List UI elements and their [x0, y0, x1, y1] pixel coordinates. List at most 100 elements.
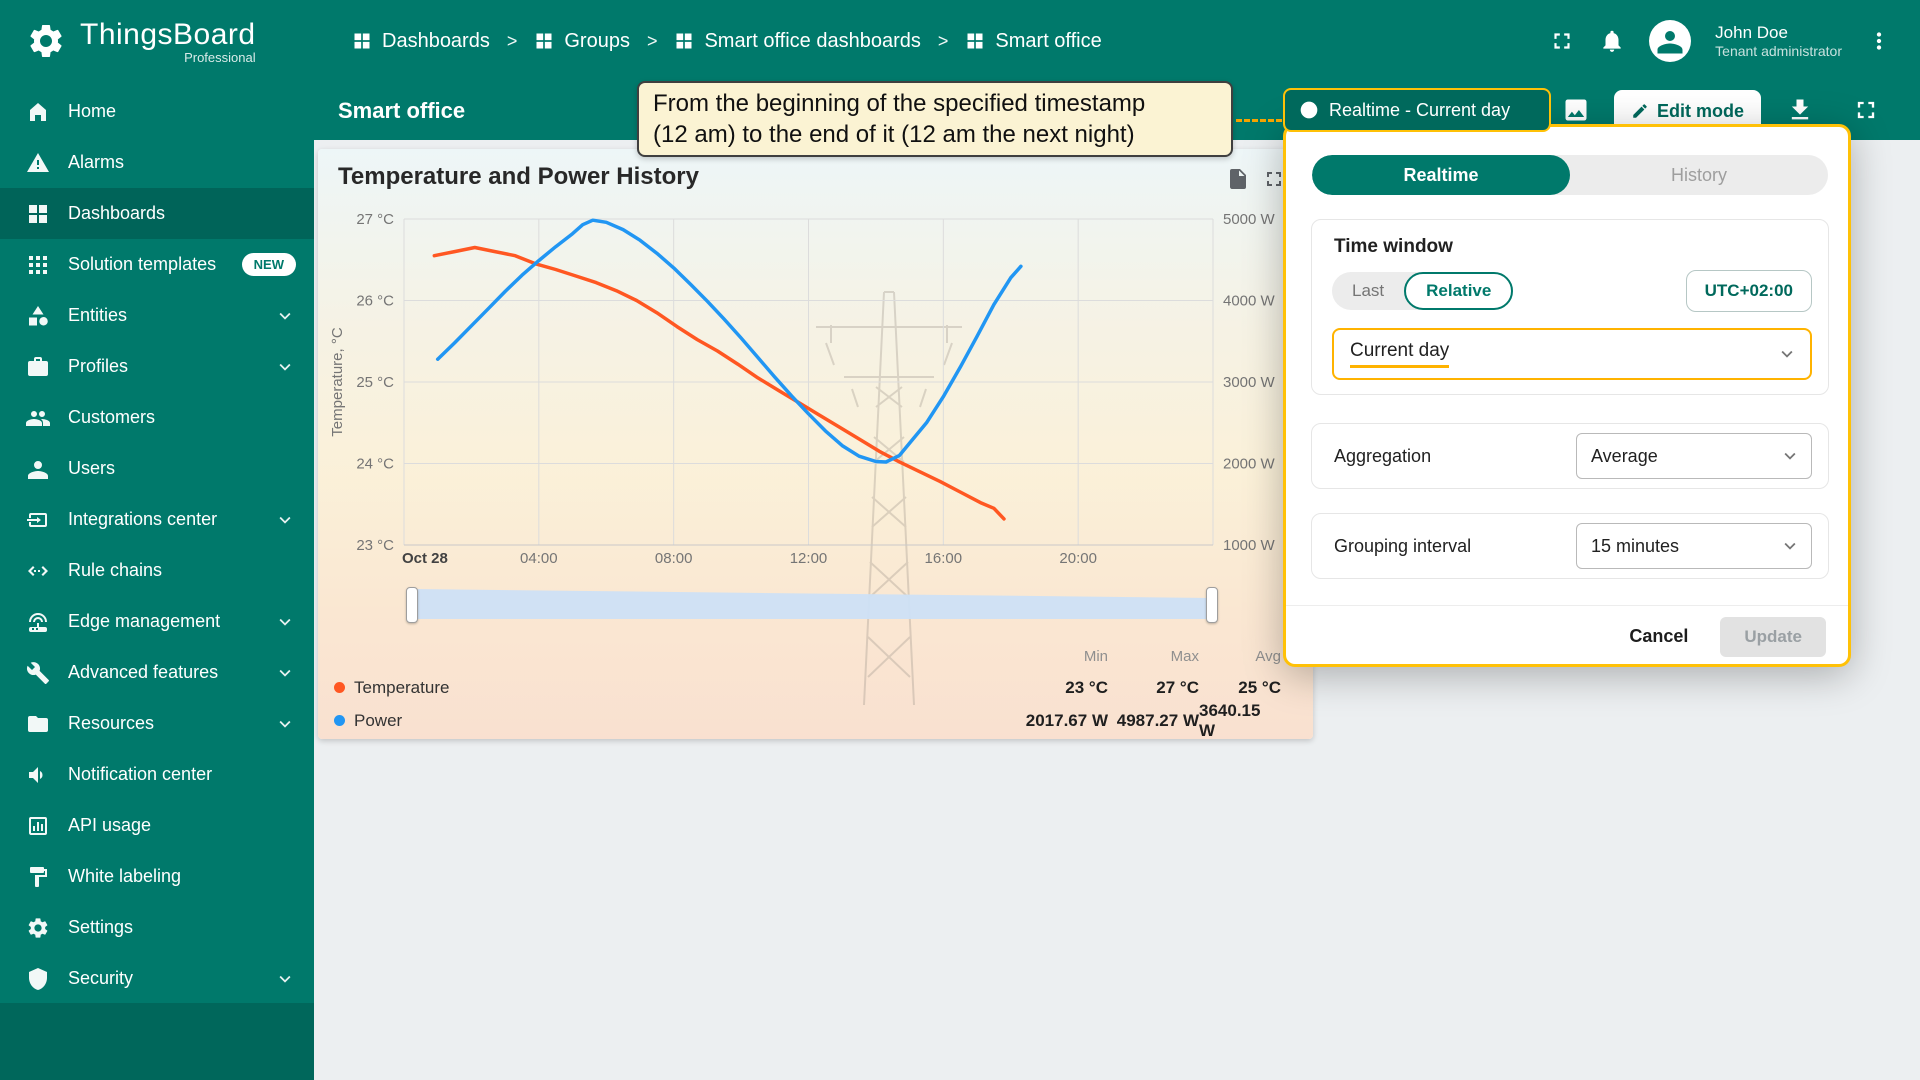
integrations-icon [27, 512, 47, 527]
sidebar-item-entities[interactable]: Entities [0, 290, 314, 341]
timewindow-button[interactable]: Realtime - Current day [1283, 88, 1551, 132]
sidebar-item-users[interactable]: Users [0, 443, 314, 494]
time-window-section: Time window Last Relative UTC+02:00 Curr… [1311, 219, 1829, 395]
slider-selected-range[interactable] [412, 589, 1212, 619]
svg-text:2000 W: 2000 W [1223, 456, 1276, 473]
legend-series-label: Temperature [354, 677, 450, 697]
chevron-down-icon [1784, 452, 1796, 460]
solution-templates-icon [29, 255, 47, 274]
legend-series-temperature[interactable]: Temperature [334, 671, 1017, 704]
sidebar-item-edge-management[interactable]: Edge management [0, 596, 314, 647]
sidebar-item-label: Edge management [68, 611, 221, 631]
sidebar-item-label: Entities [68, 305, 128, 325]
sidebar-item-label: Integrations center [68, 509, 218, 529]
chevron-down-icon [279, 975, 291, 983]
sidebar-item-dashboards[interactable]: Dashboards [0, 188, 314, 239]
tab-realtime[interactable]: Realtime [1312, 155, 1570, 195]
chart-grid [403, 218, 1214, 546]
legend-header-spacer [334, 641, 1017, 671]
download-icon[interactable] [1786, 96, 1814, 124]
edge-management-icon [29, 612, 47, 632]
grouping-interval-select[interactable]: 15 minutes [1576, 523, 1812, 569]
annotation-line-1: From the beginning of the specified time… [653, 90, 1146, 117]
gear-logo-icon [30, 24, 62, 57]
sidebar-item-integrations-center[interactable]: Integrations center [0, 494, 314, 545]
chevron-down-icon [279, 669, 291, 677]
image-gallery-icon[interactable] [1562, 96, 1590, 124]
interval-select[interactable]: Current day [1332, 328, 1812, 380]
dashboard-title: Smart office [338, 98, 466, 123]
legend-avg-temperature: 25 °C [1238, 677, 1281, 697]
sidebar-item-label: Rule chains [68, 560, 163, 580]
sidebar-item-label: Dashboards [68, 203, 166, 223]
chevron-down-icon [279, 312, 291, 320]
entities-icon [29, 305, 48, 326]
breadcrumb-item-groups[interactable]: Groups [534, 30, 630, 53]
timezone-button[interactable]: UTC+02:00 [1685, 270, 1812, 312]
sidebar-item-notification-center[interactable]: Notification center [0, 749, 314, 800]
sidebar-item-profiles[interactable]: Profiles [0, 341, 314, 392]
thingsboard-logo[interactable]: ThingsBoard Professional [0, 18, 314, 65]
legend-header-max: Max [1170, 647, 1199, 665]
legend-series-power[interactable]: Power [334, 704, 1017, 737]
kebab-menu-icon[interactable] [1866, 28, 1892, 54]
svg-text:20:00: 20:00 [1059, 550, 1097, 567]
sidebar-item-label: Users [68, 458, 116, 478]
series-power [435, 218, 1023, 464]
sidebar-item-advanced-features[interactable]: Advanced features [0, 647, 314, 698]
sidebar-item-settings[interactable]: Settings [0, 902, 314, 953]
sidebar-item-label: Settings [68, 917, 134, 937]
resources-icon [28, 715, 48, 732]
clock-icon [1300, 101, 1318, 119]
sidebar-item-customers[interactable]: Customers [0, 392, 314, 443]
slider-handle-left[interactable] [406, 587, 418, 623]
header-actions: John Doe Tenant administrator [1549, 20, 1920, 62]
profiles-icon [28, 356, 48, 376]
sidebar-item-alarms[interactable]: Alarms [0, 137, 314, 188]
sidebar-item-label: Solution templates [68, 254, 217, 274]
sidebar-item-api-usage[interactable]: API usage [0, 800, 314, 851]
sidebar-item-security[interactable]: Security [0, 953, 314, 1004]
breadcrumb-item-dashboards[interactable]: Dashboards [352, 30, 490, 53]
sidebar-item-label: Profiles [68, 356, 129, 376]
toggle-option-last[interactable]: Last [1332, 272, 1404, 310]
sidebar-item-home[interactable]: Home [0, 86, 314, 137]
slider-handle-right[interactable] [1206, 587, 1218, 623]
fullscreen-icon[interactable] [1549, 28, 1575, 54]
rule-chains-icon [28, 565, 48, 576]
notifications-bell-icon[interactable] [1599, 28, 1625, 54]
toggle-option-relative[interactable]: Relative [1404, 272, 1514, 310]
svg-text:25 °C: 25 °C [356, 374, 394, 391]
sidebar-item-white-labeling[interactable]: White labeling [0, 851, 314, 902]
export-file-icon[interactable] [1226, 167, 1250, 191]
update-button[interactable]: Update [1720, 616, 1826, 657]
chevron-down-icon [279, 363, 291, 371]
app-header: ThingsBoard Professional Dashboards > Grou… [0, 0, 1920, 82]
svg-text:Temperature, °C: Temperature, °C [329, 327, 346, 437]
breadcrumb-item-smart-office-dashboards[interactable]: Smart office dashboards [674, 30, 921, 53]
grouping-interval-label: Grouping interval [1334, 535, 1472, 556]
notification-center-icon [29, 766, 43, 783]
legend-max-power: 4987.27 W [1116, 710, 1199, 730]
aggregation-select[interactable]: Average [1576, 433, 1812, 479]
breadcrumb-item-smart-office[interactable]: Smart office [965, 30, 1102, 53]
chevron-down-icon [279, 516, 291, 524]
new-badge: NEW [241, 253, 296, 276]
chevron-down-icon [1784, 542, 1796, 550]
sidebar-item-solution-templates[interactable]: Solution templates NEW [0, 239, 314, 290]
legend-dot [334, 682, 345, 693]
dashboard-fullscreen-icon[interactable] [1852, 96, 1880, 124]
time-range-slider[interactable] [406, 585, 1218, 625]
grid-icon [354, 33, 370, 49]
person-icon [1657, 31, 1683, 54]
cancel-button[interactable]: Cancel [1611, 618, 1706, 655]
tab-history[interactable]: History [1570, 155, 1828, 195]
chevron-down-icon [1781, 350, 1793, 358]
interval-select-value: Current day [1350, 340, 1450, 368]
svg-text:23 °C: 23 °C [356, 537, 394, 554]
sidebar-item-resources[interactable]: Resources [0, 698, 314, 749]
sidebar-item-rule-chains[interactable]: Rule chains [0, 545, 314, 596]
app-subtitle: Professional [184, 49, 256, 65]
avatar[interactable] [1649, 20, 1692, 62]
breadcrumb-label: Groups [564, 29, 630, 52]
